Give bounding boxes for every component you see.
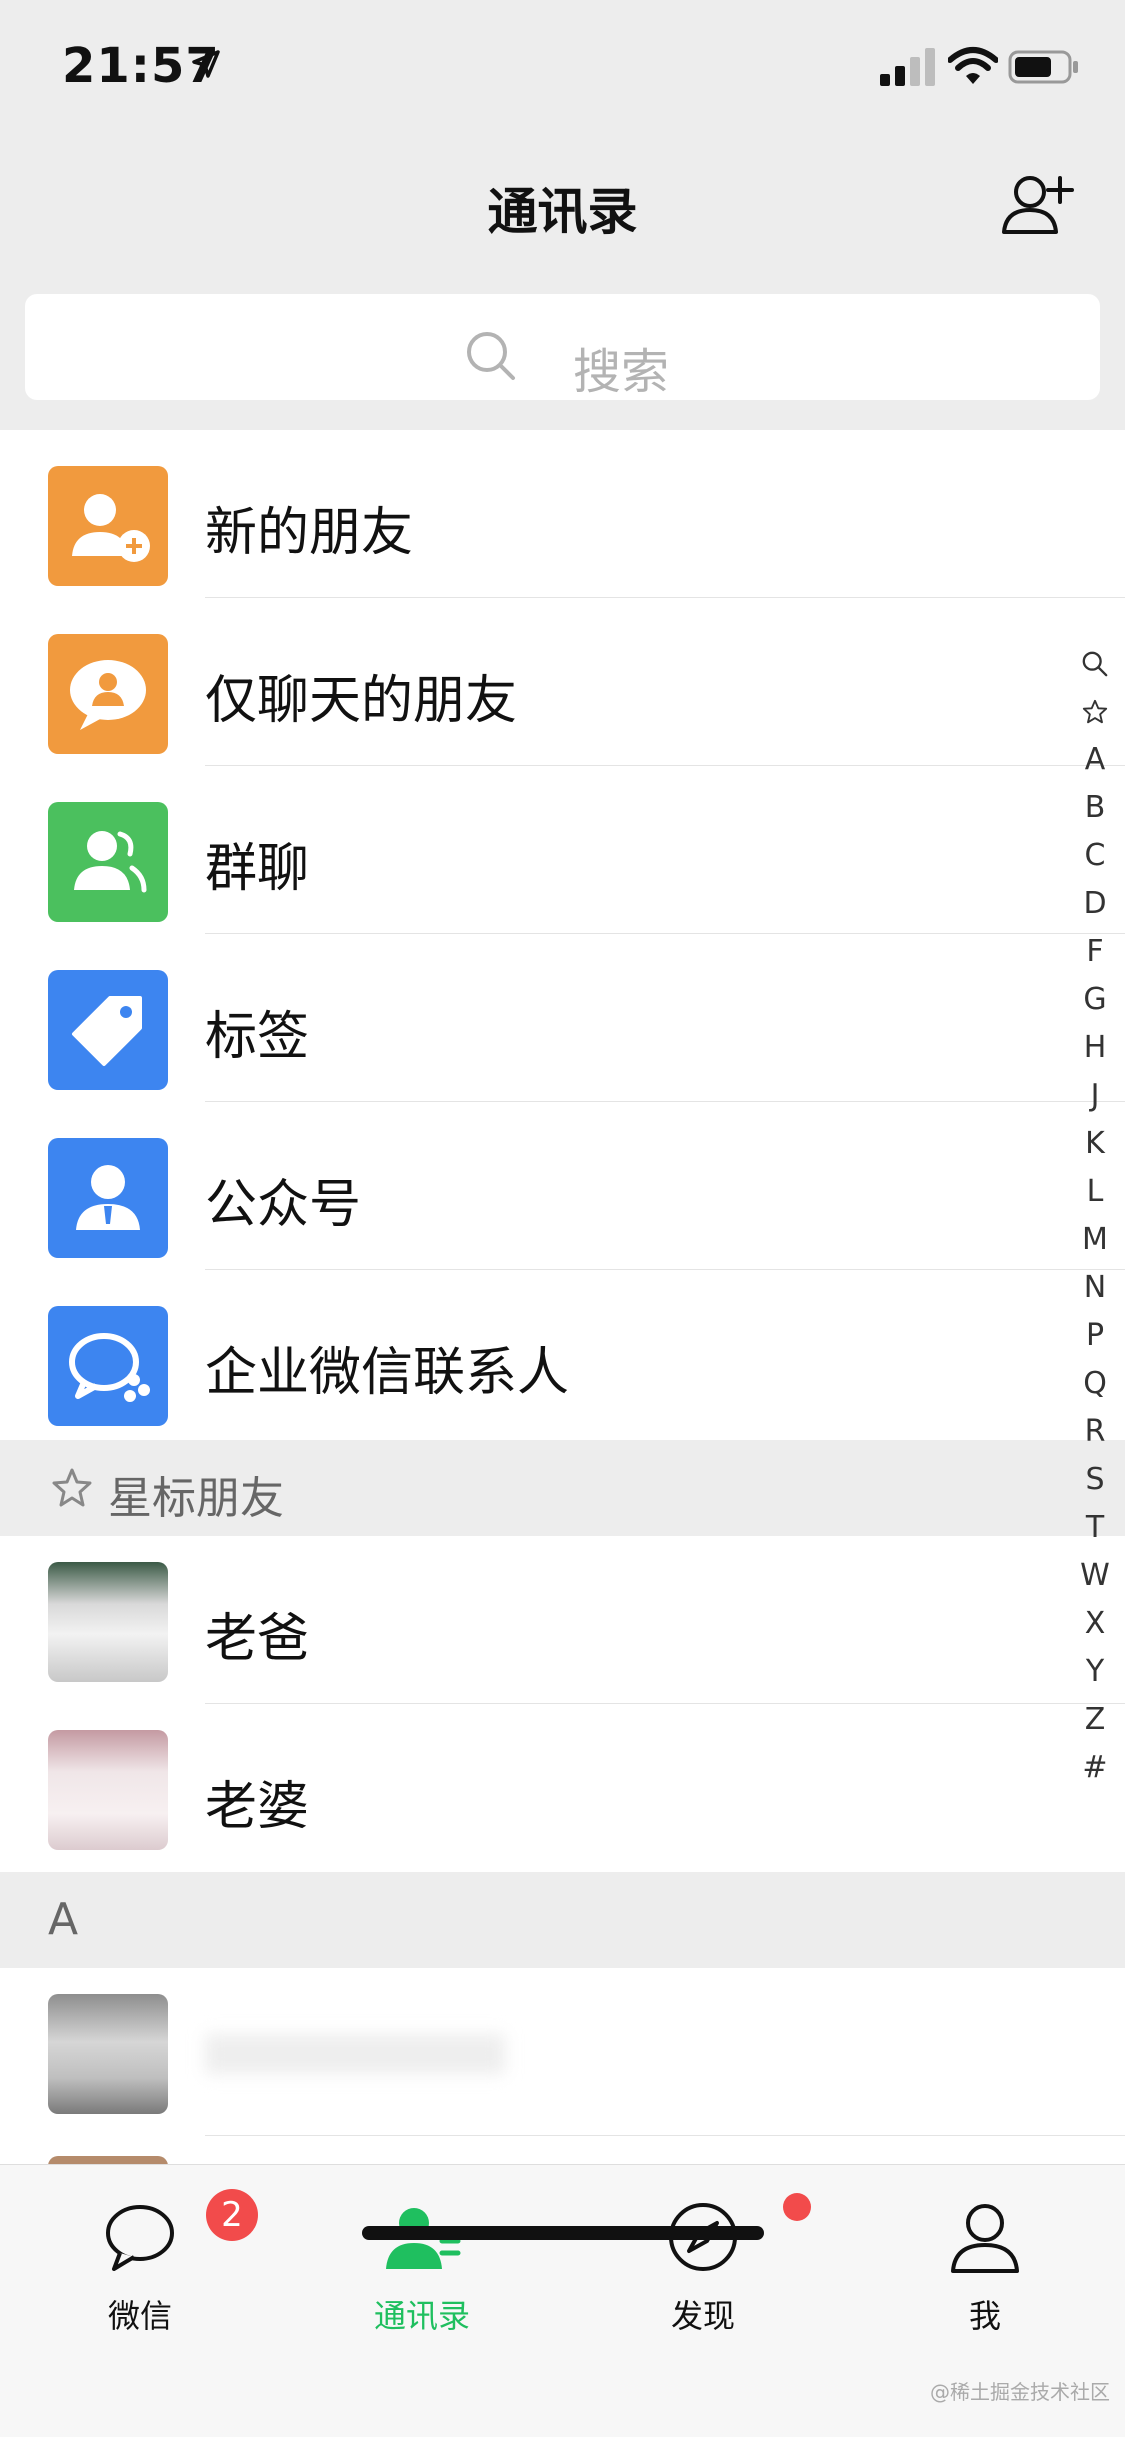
index-letter[interactable]: Z xyxy=(1072,1696,1118,1744)
tab-label: 我 xyxy=(968,2297,1001,2335)
section-header-a: A xyxy=(0,1872,1125,1968)
battery-icon xyxy=(1008,50,1078,84)
tab-me[interactable]: 我 xyxy=(885,2195,1085,2337)
new-friend-icon xyxy=(48,466,168,586)
official-accounts-row[interactable]: 公众号 xyxy=(0,1102,1125,1270)
star-icon xyxy=(52,1468,92,1507)
index-star-icon[interactable] xyxy=(1072,688,1118,736)
index-letter[interactable]: H xyxy=(1072,1024,1118,1072)
profile-icon xyxy=(951,2204,1019,2273)
new-friends-row[interactable]: 新的朋友 xyxy=(0,430,1125,598)
wecom-contact-icon xyxy=(48,1306,168,1426)
location-arrow-icon xyxy=(192,50,220,78)
group-chat-icon xyxy=(48,802,168,922)
status-bar: 21:57 xyxy=(0,0,1125,130)
index-letter[interactable]: A xyxy=(1072,736,1118,784)
search-section: 搜索 xyxy=(0,280,1125,431)
avatar xyxy=(48,1994,168,2114)
add-friend-icon[interactable] xyxy=(1000,166,1076,242)
contact-name: 老婆 xyxy=(205,1777,310,1837)
index-letter[interactable]: P xyxy=(1072,1312,1118,1360)
index-letter[interactable]: S xyxy=(1072,1456,1118,1504)
index-letter[interactable]: T xyxy=(1072,1504,1118,1552)
contact-row[interactable]: 老婆 xyxy=(0,1704,1125,1872)
section-title: A xyxy=(48,1894,79,1945)
row-label: 群聊 xyxy=(205,839,310,899)
search-placeholder: 搜索 xyxy=(573,344,670,400)
blurred-contact-name xyxy=(205,2034,505,2074)
nav-header: 通讯录 xyxy=(0,130,1125,280)
row-label: 公众号 xyxy=(205,1175,362,1235)
index-letter[interactable]: F xyxy=(1072,928,1118,976)
watermark: @稀土掘金技术社区 xyxy=(930,2380,1110,2404)
index-letter[interactable]: L xyxy=(1072,1168,1118,1216)
home-indicator[interactable] xyxy=(362,2226,764,2240)
tag-icon xyxy=(48,970,168,1090)
tab-discover[interactable]: 发现 xyxy=(603,2193,811,2337)
index-letter[interactable]: Q xyxy=(1072,1360,1118,1408)
cellular-signal-icon xyxy=(880,48,935,86)
page-title: 通讯录 xyxy=(487,183,638,241)
index-letter[interactable]: X xyxy=(1072,1600,1118,1648)
search-input[interactable]: 搜索 xyxy=(25,294,1100,400)
index-letter[interactable]: R xyxy=(1072,1408,1118,1456)
index-letter[interactable]: M xyxy=(1072,1216,1118,1264)
wifi-icon xyxy=(948,47,998,84)
avatar xyxy=(48,1562,168,1682)
index-letter[interactable]: C xyxy=(1072,832,1118,880)
tags-row[interactable]: 标签 xyxy=(0,934,1125,1102)
index-letter[interactable]: G xyxy=(1072,976,1118,1024)
index-letter[interactable]: B xyxy=(1072,784,1118,832)
row-label: 标签 xyxy=(205,1007,310,1067)
index-letter[interactable]: J xyxy=(1072,1072,1118,1120)
index-letter[interactable]: # xyxy=(1072,1744,1118,1792)
section-title: 星标朋友 xyxy=(108,1473,284,1524)
index-letter[interactable]: Y xyxy=(1072,1648,1118,1696)
tab-label: 通讯录 xyxy=(373,2297,470,2335)
alphabet-index[interactable]: A B C D F G H J K L M N P Q R S T W X Y … xyxy=(1072,640,1118,1792)
chat-only-friend-icon xyxy=(48,634,168,754)
unread-badge: 2 xyxy=(206,2189,258,2241)
tab-contacts[interactable]: 通讯录 xyxy=(322,2195,522,2337)
index-letter[interactable]: W xyxy=(1072,1552,1118,1600)
index-letter[interactable]: K xyxy=(1072,1120,1118,1168)
tab-label: 微信 xyxy=(107,2297,172,2335)
chat-bubble-icon xyxy=(106,2205,174,2271)
notification-dot xyxy=(783,2193,811,2221)
contact-name: 老爸 xyxy=(205,1609,310,1669)
contact-row[interactable]: 老爸 xyxy=(0,1536,1125,1704)
chat-only-friends-row[interactable]: 仅聊天的朋友 xyxy=(0,598,1125,766)
starred-section-header: 星标朋友 xyxy=(0,1440,1125,1536)
tab-label: 发现 xyxy=(670,2297,735,2335)
official-account-icon xyxy=(48,1138,168,1258)
search-icon xyxy=(467,332,515,380)
row-label: 仅聊天的朋友 xyxy=(205,671,518,731)
contact-row[interactable] xyxy=(0,1968,1125,2136)
wecom-contacts-row[interactable]: 企业微信联系人 xyxy=(0,1270,1125,1438)
index-letter[interactable]: N xyxy=(1072,1264,1118,1312)
row-label: 企业微信联系人 xyxy=(205,1343,570,1403)
avatar xyxy=(48,1730,168,1850)
group-chats-row[interactable]: 群聊 xyxy=(0,766,1125,934)
index-letter[interactable]: D xyxy=(1072,880,1118,928)
index-search-icon[interactable] xyxy=(1072,640,1118,688)
tab-chats[interactable]: 2 微信 xyxy=(40,2189,258,2337)
row-label: 新的朋友 xyxy=(205,503,414,563)
